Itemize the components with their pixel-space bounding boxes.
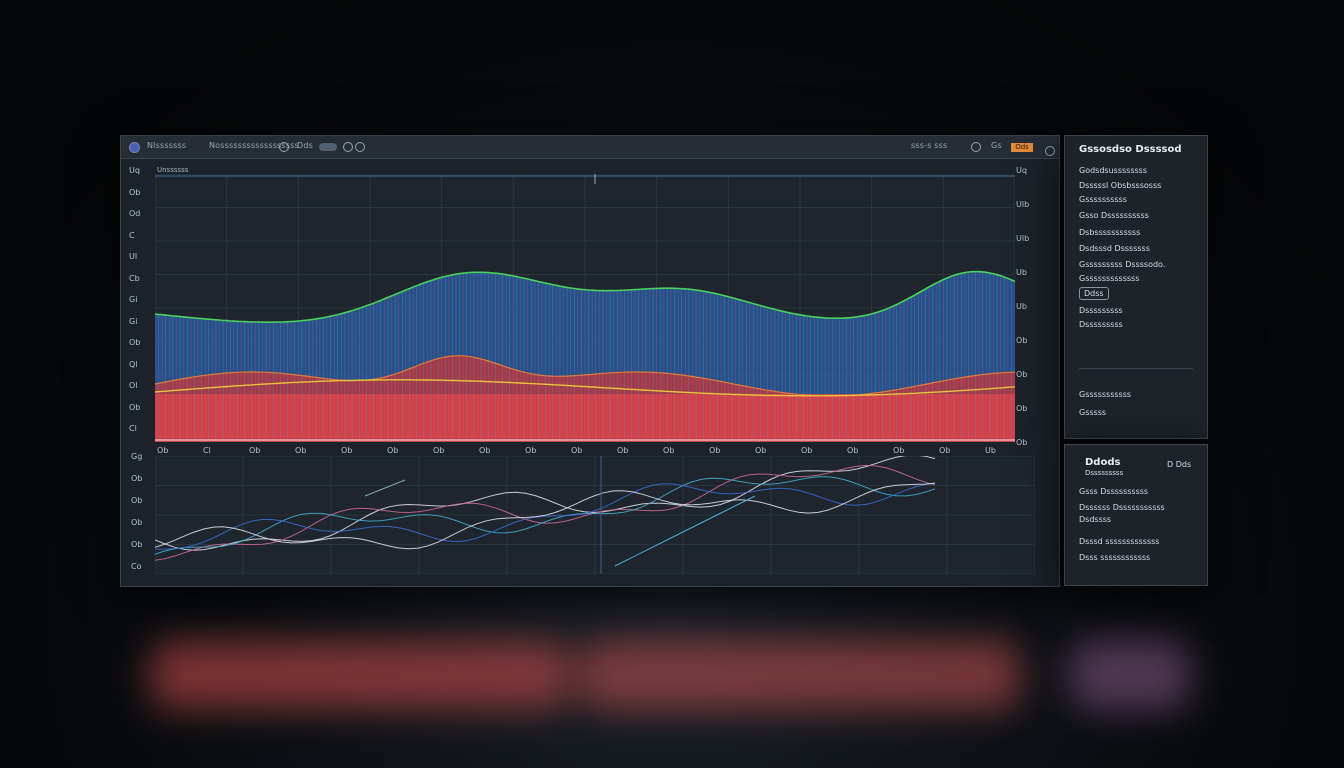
x-axis-tick-label: Ob — [571, 446, 583, 455]
bottom-chart[interactable] — [155, 456, 1035, 574]
details-panel-title: Gssosdso Dssssod — [1079, 144, 1182, 155]
divider — [1079, 368, 1193, 369]
y-axis-tick-label: Ol — [129, 381, 138, 390]
x-axis-tick-label: Ob — [801, 446, 813, 455]
y-axis-tick-label: Gi — [129, 295, 138, 304]
details-line: Dsbsssssssssss — [1079, 228, 1141, 237]
x-axis-tick-label: Ob — [617, 446, 629, 455]
details-chip[interactable]: Ddss — [1079, 287, 1109, 300]
y2-axis-tick-label: Ob — [1016, 404, 1028, 413]
y-axis-tick-label: Ul — [129, 252, 138, 261]
x-axis-tick-label: Ob — [295, 446, 307, 455]
summary-panel-title: Ddods — [1085, 457, 1121, 468]
x-axis-tick-label: Ob — [433, 446, 445, 455]
toggle-switch[interactable] — [319, 143, 337, 151]
x-axis-tick-label: Ob — [249, 446, 261, 455]
y2-axis-tick-label: Uq — [1016, 166, 1027, 175]
y2-axis-tick-label: Ob — [1016, 370, 1028, 379]
toolbar-mode[interactable]: Dds — [297, 141, 313, 150]
y-axis-tick-label: Od — [129, 209, 141, 218]
y2-axis-tick-label: Ub — [1016, 302, 1027, 311]
details-panel: Gssosdso Dssssod Godsdsussssssss Dsssssl… — [1064, 135, 1208, 439]
x-axis-tick-label: Ub — [985, 446, 996, 455]
summary-right-label[interactable]: D Dds — [1167, 460, 1191, 469]
details-line: Gsssssssssss — [1079, 390, 1132, 399]
details-line: Gsssss — [1079, 408, 1107, 417]
x-axis-tick-label: Ob — [663, 446, 675, 455]
bottom-y-axis-tick-label: Ob — [131, 474, 143, 483]
bottom-y-axis-tick-label: Ob — [131, 496, 143, 505]
details-line: Gsssssssss Dssssodo. — [1079, 260, 1166, 269]
x-axis-tick-label: Ob — [939, 446, 951, 455]
app-logo-icon[interactable] — [129, 142, 140, 153]
toolbar-right-icon-label[interactable]: Gs — [991, 141, 1002, 150]
summary-line: Dsss ssssssssssss — [1079, 553, 1151, 562]
summary-panel: Ddods Dsssssssss D Dds Gsss Dssssssssss … — [1064, 444, 1208, 586]
x-axis-tick-label: Ob — [157, 446, 169, 455]
details-line: Dsssssssss — [1079, 320, 1123, 329]
y-axis-tick-label: C — [129, 230, 135, 240]
x-axis-tick-label: Cl — [203, 446, 211, 455]
details-line: Gsso Dssssssssss — [1079, 211, 1149, 220]
bottom-y-axis-tick-label: Ob — [131, 540, 143, 549]
search-icon[interactable] — [971, 142, 981, 152]
toolbar: Nlsssssss Nossssssssssssssssss Dds sss-s… — [121, 136, 1059, 159]
refresh-icon[interactable] — [279, 142, 289, 152]
summary-line: Dsdssss — [1079, 515, 1112, 524]
y2-axis-tick-label: Ulb — [1016, 234, 1030, 243]
details-line: Dsdsssd Dsssssss — [1079, 244, 1150, 253]
y2-axis-tick-label: Ulb — [1016, 200, 1030, 209]
chart-window: Nlsssssss Nossssssssssssssssss Dds sss-s… — [120, 135, 1060, 587]
y-axis-tick-label: Ob — [129, 402, 141, 412]
top-chart-title: Unssssss — [157, 166, 189, 174]
x-axis-tick-label: Ob — [525, 446, 537, 455]
details-line: Godsdsussssssss — [1079, 166, 1147, 175]
x-axis-tick-label: Ob — [341, 446, 353, 455]
summary-line: Dsssd sssssssssssss — [1079, 537, 1160, 546]
y-axis-tick-label: Cl — [129, 424, 137, 433]
y-axis-tick-label: Uq — [129, 166, 140, 175]
x-axis-tick-label: Ob — [755, 446, 767, 455]
bottom-y-axis-tick-label: Co — [131, 562, 142, 571]
x-axis-tick-label: Ob — [709, 446, 721, 455]
details-line: Gssssssssss — [1079, 195, 1127, 204]
details-line: Dsssssl Obsbsssosss — [1079, 181, 1162, 190]
top-chart[interactable] — [155, 174, 1015, 442]
window-menu-icon[interactable] — [1045, 146, 1055, 156]
details-line: Dsssssssss — [1079, 306, 1123, 315]
settings-icon[interactable] — [343, 142, 353, 152]
alert-badge[interactable]: Ods — [1011, 143, 1033, 152]
summary-subtitle: Dsssssssss — [1085, 469, 1124, 477]
x-axis-tick-label: Ob — [847, 446, 859, 455]
x-axis-tick-label: Ob — [893, 446, 905, 455]
bottom-y-axis-tick-label: Gg — [131, 452, 143, 461]
y-axis-tick-label: Ob — [129, 187, 141, 197]
toolbar-title: Nlsssssss — [147, 141, 187, 150]
y2-axis-tick-label: Ub — [1016, 268, 1027, 277]
y-axis-tick-label: Ob — [129, 338, 141, 347]
bottom-y-axis-tick-label: Ob — [131, 518, 143, 527]
summary-line: Dssssss Dsssssssssss — [1079, 503, 1165, 512]
floor-reflection — [120, 600, 1210, 750]
x-axis-tick-label: Ob — [387, 446, 399, 455]
y2-axis-tick-label: Ob — [1016, 438, 1028, 447]
summary-line: Gsss Dssssssssss — [1079, 487, 1149, 496]
info-icon[interactable] — [355, 142, 365, 152]
y-axis-tick-label: Cb — [129, 273, 140, 283]
x-axis-tick-label: Ob — [479, 446, 491, 455]
y-axis-tick-label: Gi — [129, 316, 138, 326]
details-line: Gsssssssssssss — [1079, 274, 1140, 283]
y-axis-tick-label: Ql — [129, 359, 138, 369]
toolbar-right-label: sss-s sss — [911, 141, 948, 150]
y2-axis-tick-label: Ob — [1016, 336, 1028, 345]
